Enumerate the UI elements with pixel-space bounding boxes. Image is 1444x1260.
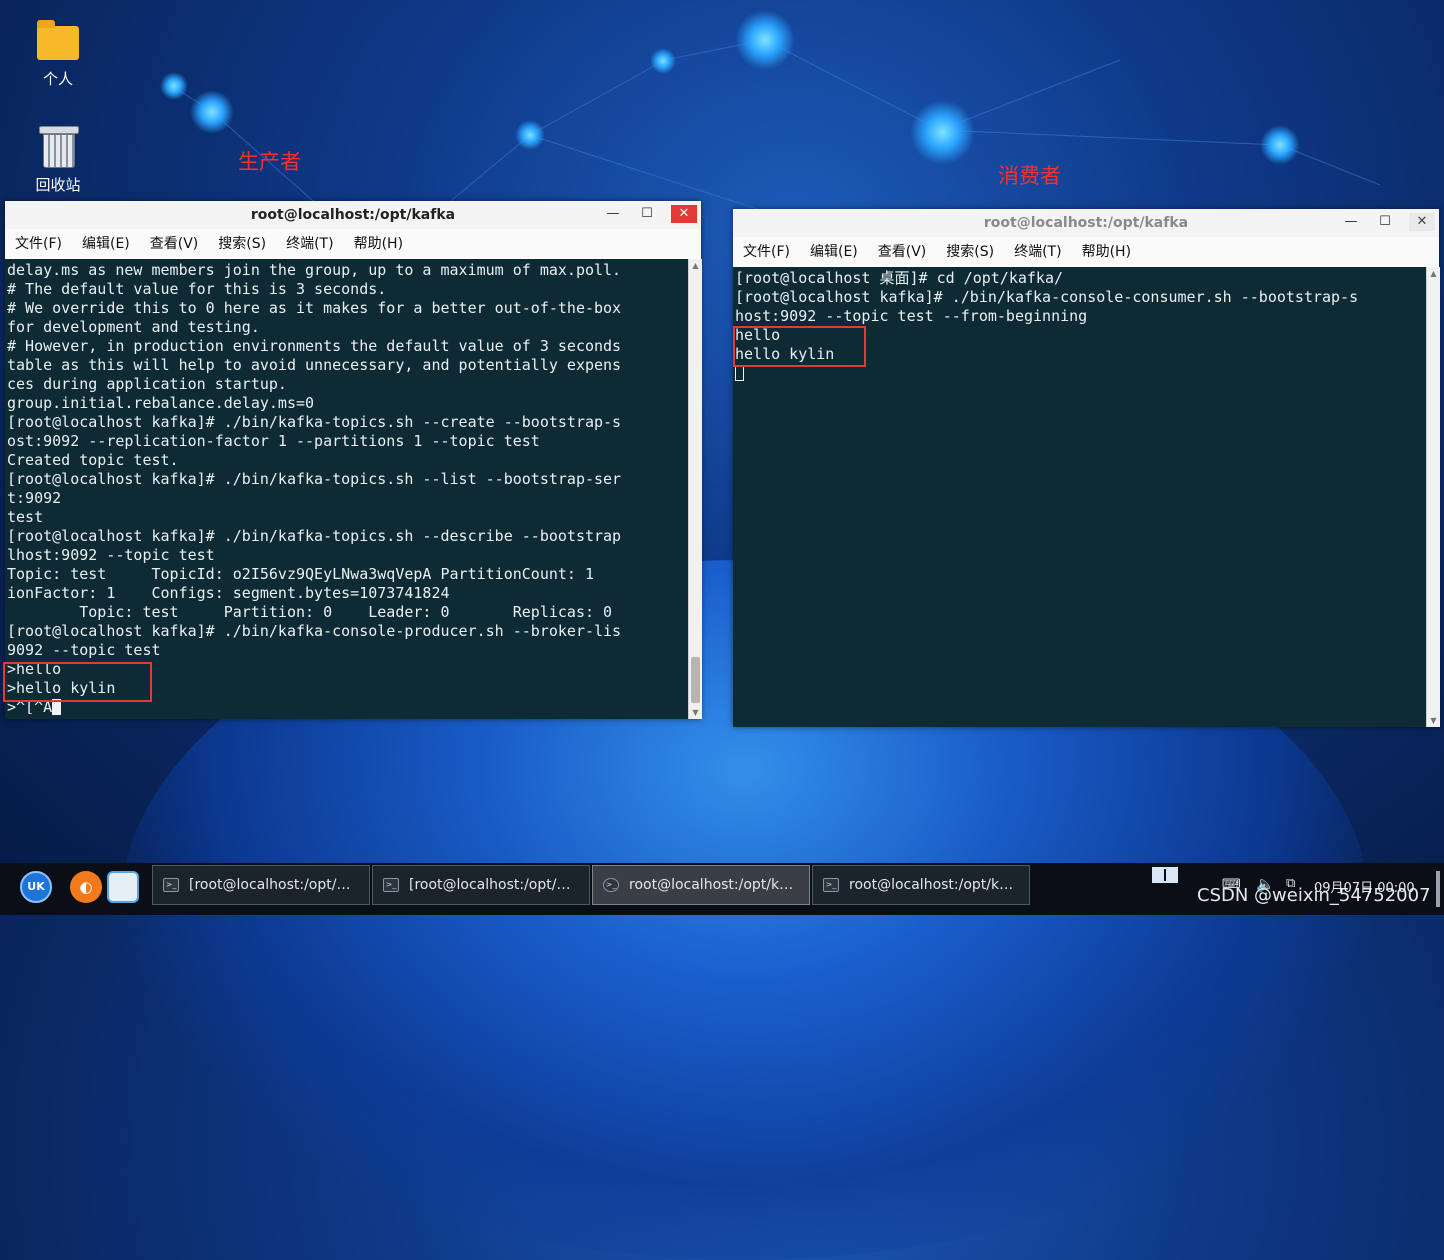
terminal-line: [root@localhost 桌面]# cd /opt/kafka/ bbox=[735, 269, 1064, 287]
highlight-box bbox=[733, 326, 866, 367]
scrollbar-thumb[interactable] bbox=[691, 657, 700, 703]
terminal-line: # However, in production environments th… bbox=[7, 337, 622, 355]
desktop-icon-personal[interactable]: 个人 bbox=[28, 20, 88, 89]
terminal-line: group.initial.rebalance.delay.ms=0 bbox=[7, 394, 315, 412]
window-titlebar[interactable]: root@localhost:/opt/kafka — ☐ ✕ bbox=[733, 209, 1439, 237]
workspace-switcher-icon[interactable] bbox=[1152, 867, 1178, 883]
terminal-line: [root@localhost kafka]# ./bin/kafka-topi… bbox=[7, 470, 622, 488]
scroll-down-arrow-icon[interactable]: ▼ bbox=[1427, 716, 1440, 725]
maximize-button[interactable]: ☐ bbox=[1375, 213, 1395, 231]
producer-terminal-output[interactable]: delay.ms as new members join the group, … bbox=[5, 259, 688, 719]
window-title: root@localhost:/opt/kafka bbox=[250, 207, 456, 223]
terminal-line: test bbox=[7, 508, 44, 526]
terminal-line: table as this will help to avoid unneces… bbox=[7, 356, 622, 374]
glow-dot bbox=[190, 90, 234, 134]
desktop-icon-label: 个人 bbox=[42, 70, 73, 88]
taskbar: UK ◐ >_ [root@localhost:/opt/… >_ [root@lo… bbox=[0, 863, 1444, 915]
file-manager-icon[interactable] bbox=[107, 871, 139, 903]
menu-bar: 文件(F) 编辑(E) 查看(V) 搜索(S) 终端(T) 帮助(H) bbox=[733, 237, 1439, 265]
minimize-button[interactable]: — bbox=[603, 205, 623, 223]
menu-edit[interactable]: 编辑(E) bbox=[810, 241, 858, 261]
glow-dot bbox=[515, 120, 545, 150]
glow-dot bbox=[735, 10, 795, 70]
menu-terminal[interactable]: 终端(T) bbox=[286, 233, 333, 253]
terminal-line: Topic: test TopicId: o2I56vz9QEyLNwa3wqV… bbox=[7, 565, 594, 583]
taskbar-task[interactable]: >_ root@localhost:/opt/k… bbox=[812, 865, 1030, 905]
terminal-icon: >_ bbox=[823, 878, 839, 892]
terminal-line: [root@localhost kafka]# ./bin/kafka-topi… bbox=[7, 527, 622, 545]
show-desktop-button[interactable] bbox=[1436, 871, 1440, 907]
menu-bar: 文件(F) 编辑(E) 查看(V) 搜索(S) 终端(T) 帮助(H) bbox=[5, 229, 701, 257]
minimize-button[interactable]: — bbox=[1341, 213, 1361, 231]
menu-terminal[interactable]: 终端(T) bbox=[1014, 241, 1061, 261]
menu-edit[interactable]: 编辑(E) bbox=[82, 233, 130, 253]
taskbar-task-active[interactable]: >_ root@localhost:/opt/k… bbox=[592, 865, 810, 905]
start-menu-icon[interactable]: UK bbox=[20, 871, 52, 903]
terminal-line: [root@localhost kafka]# ./bin/kafka-cons… bbox=[735, 288, 1359, 306]
terminal-line: t:9092 bbox=[7, 489, 62, 507]
terminal-line: lhost:9092 --topic test bbox=[7, 546, 215, 564]
glow-dot bbox=[1260, 125, 1300, 165]
menu-search[interactable]: 搜索(S) bbox=[946, 241, 994, 261]
close-button[interactable]: ✕ bbox=[671, 205, 697, 223]
vertical-scrollbar[interactable]: ▲ ▼ bbox=[1426, 267, 1440, 727]
window-titlebar[interactable]: root@localhost:/opt/kafka — ☐ ✕ bbox=[5, 201, 701, 229]
terminal-line: [root@localhost kafka]# ./bin/kafka-cons… bbox=[7, 622, 622, 640]
terminal-line: [root@localhost kafka]# ./bin/kafka-topi… bbox=[7, 413, 622, 431]
terminal-line: # The default value for this is 3 second… bbox=[7, 280, 387, 298]
highlight-box bbox=[3, 662, 152, 702]
terminal-icon: >_ bbox=[383, 878, 399, 892]
menu-help[interactable]: 帮助(H) bbox=[354, 233, 403, 253]
menu-file[interactable]: 文件(F) bbox=[15, 233, 62, 253]
glow-dot bbox=[650, 48, 676, 74]
menu-search[interactable]: 搜索(S) bbox=[218, 233, 266, 253]
terminal-line: ionFactor: 1 Configs: segment.bytes=1073… bbox=[7, 584, 450, 602]
menu-help[interactable]: 帮助(H) bbox=[1082, 241, 1131, 261]
glow-dot bbox=[160, 72, 188, 100]
menu-file[interactable]: 文件(F) bbox=[743, 241, 790, 261]
terminal-line: ost:9092 --replication-factor 1 --partit… bbox=[7, 432, 540, 450]
text-cursor bbox=[735, 365, 744, 381]
terminal-icon: >_ bbox=[163, 878, 179, 892]
scroll-up-arrow-icon[interactable]: ▲ bbox=[689, 261, 702, 270]
consumer-annotation: 消费者 bbox=[998, 164, 1061, 188]
taskbar-task[interactable]: >_ [root@localhost:/opt/… bbox=[372, 865, 590, 905]
window-title: root@localhost:/opt/kafka bbox=[983, 215, 1189, 231]
vertical-scrollbar[interactable]: ▲ ▼ bbox=[688, 259, 702, 719]
terminal-line: 9092 --topic test bbox=[7, 641, 161, 659]
terminal-line: # We override this to 0 here as it makes… bbox=[7, 299, 622, 317]
menu-view[interactable]: 查看(V) bbox=[878, 241, 927, 261]
scroll-up-arrow-icon[interactable]: ▲ bbox=[1427, 269, 1440, 278]
terminal-line: ces during application startup. bbox=[7, 375, 287, 393]
browser-icon[interactable]: ◐ bbox=[70, 871, 102, 903]
menu-view[interactable]: 查看(V) bbox=[150, 233, 199, 253]
csdn-watermark: CSDN @weixin_54752007 bbox=[1197, 885, 1431, 906]
desktop-icon-label: 回收站 bbox=[35, 176, 81, 194]
scroll-down-arrow-icon[interactable]: ▼ bbox=[689, 708, 702, 717]
terminal-icon: >_ bbox=[603, 878, 619, 892]
taskbar-task[interactable]: >_ [root@localhost:/opt/… bbox=[152, 865, 370, 905]
trash-icon bbox=[39, 126, 79, 168]
maximize-button[interactable]: ☐ bbox=[637, 205, 657, 223]
folder-icon bbox=[37, 20, 79, 60]
producer-annotation: 生产者 bbox=[238, 150, 301, 174]
terminal-line: for development and testing. bbox=[7, 318, 260, 336]
terminal-line: Created topic test. bbox=[7, 451, 179, 469]
terminal-line: host:9092 --topic test --from-beginning bbox=[735, 307, 1088, 325]
glow-dot bbox=[910, 100, 975, 165]
terminal-line: Topic: test Partition: 0 Leader: 0 Repli… bbox=[7, 603, 613, 621]
producer-terminal-window[interactable]: root@localhost:/opt/kafka — ☐ ✕ 文件(F) 编辑… bbox=[3, 201, 702, 719]
desktop-icon-trash[interactable]: 回收站 bbox=[28, 126, 88, 195]
consumer-terminal-window[interactable]: root@localhost:/opt/kafka — ☐ ✕ 文件(F) 编辑… bbox=[733, 209, 1440, 727]
terminal-line: delay.ms as new members join the group, … bbox=[7, 261, 622, 279]
close-button[interactable]: ✕ bbox=[1409, 213, 1435, 231]
